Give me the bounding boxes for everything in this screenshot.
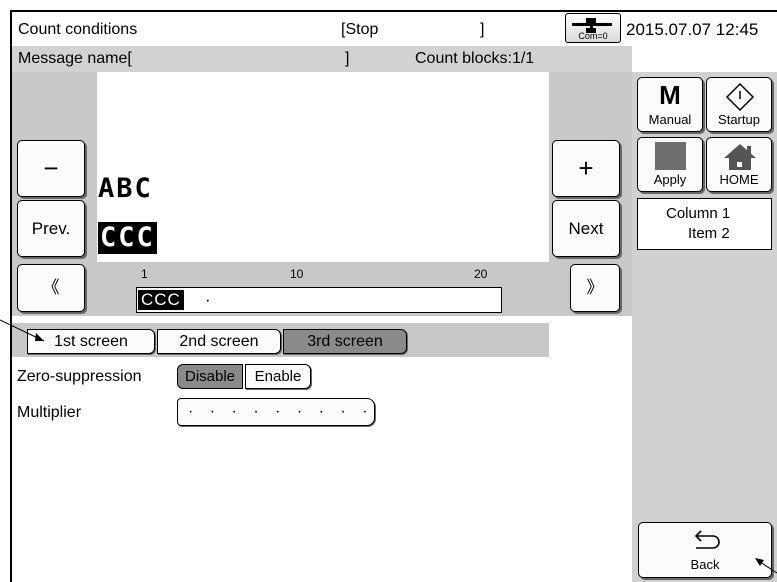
annotation-lines: [0, 319, 777, 574]
